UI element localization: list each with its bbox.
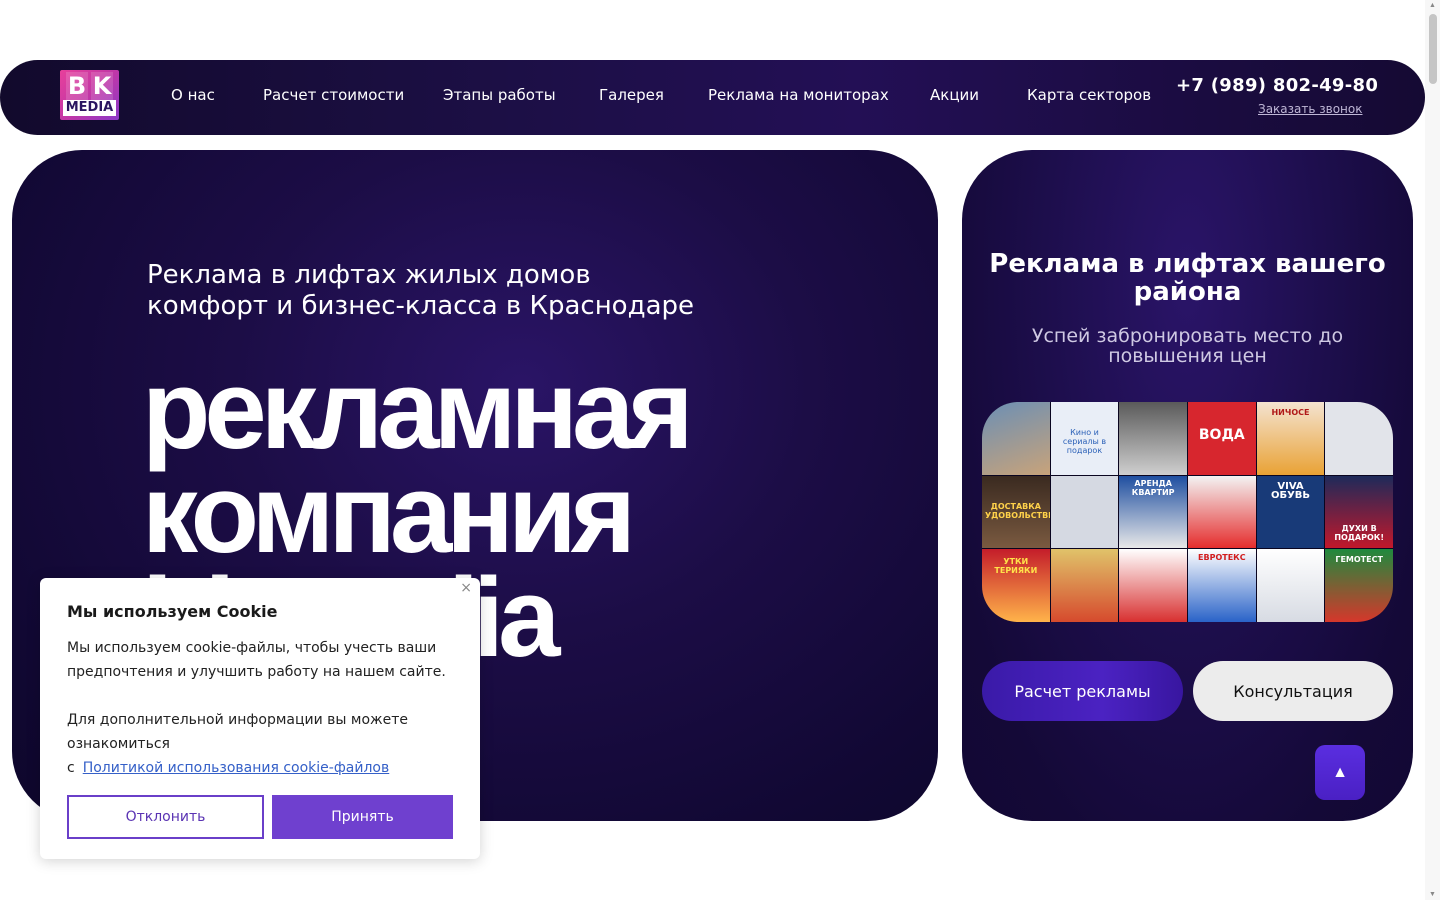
arrow-up-icon: ▲ (1332, 763, 1348, 781)
collage-tile (1050, 549, 1119, 622)
nav-about[interactable]: О нас (171, 86, 215, 104)
bkmedia-logo[interactable]: BK MEDIA (60, 70, 119, 120)
collage-tile: ВОДА (1187, 402, 1256, 475)
collage-tile: НИЧОСЕ (1256, 402, 1325, 475)
nav-monitors[interactable]: Реклама на мониторах (708, 86, 889, 104)
nav-sector-map[interactable]: Карта секторов (1027, 86, 1151, 104)
cookie-policy-row: с Политикой использования cookie-файлов (67, 756, 389, 780)
hero-subtitle: Реклама в лифтах жилых домов комфорт и б… (147, 260, 695, 321)
page-scrollbar[interactable]: ▲ ▼ (1425, 0, 1440, 900)
collage-tile: УТКИ ТЕРИЯКИ (982, 549, 1050, 622)
scroll-down-arrow-icon[interactable]: ▼ (1428, 891, 1437, 898)
ads-collage-image: Кино и сериалы в подарок ВОДА НИЧОСЕ ДОС… (982, 402, 1393, 622)
side-title: Реклама в лифтах вашего района (989, 249, 1386, 307)
collage-tile: ЕВРОТЕКС (1187, 549, 1256, 622)
scroll-up-arrow-icon[interactable]: ▲ (1428, 2, 1437, 9)
collage-tile (1187, 475, 1256, 549)
cookie-accept-button[interactable]: Принять (272, 795, 453, 839)
cookie-more-info: Для дополнительной информации вы можете … (67, 712, 409, 752)
logo-letter: B (66, 72, 88, 100)
hero-headline-line2: компания (142, 451, 636, 576)
side-subtitle: Успей забронировать место до повышения ц… (1031, 325, 1344, 367)
nav-gallery[interactable]: Галерея (599, 86, 664, 104)
collage-tile: ДОСТАВКА УДОВОЛЬСТВИЯ (982, 475, 1050, 549)
collage-tile: АРЕНДА КВАРТИР (1119, 475, 1187, 549)
collage-tile: ДУХИ В ПОДАРОК! (1325, 475, 1393, 549)
scrollbar-thumb[interactable] (1429, 14, 1437, 84)
close-icon[interactable]: × (460, 580, 472, 596)
collage-tile (1119, 402, 1187, 475)
collage-tile: Кино и сериалы в подарок (1050, 402, 1119, 475)
phone-number[interactable]: +7 (989) 802-49-80 (1176, 75, 1378, 96)
cookie-decline-button[interactable]: Отклонить (67, 795, 264, 839)
cookie-policy-link[interactable]: Политикой использования cookie-файлов (83, 760, 390, 776)
collage-tile (1256, 549, 1325, 622)
collage-tile (982, 402, 1050, 475)
nav-promotions[interactable]: Акции (930, 86, 979, 104)
hero-headline-line1: рекламная (142, 347, 694, 472)
nav-pricing[interactable]: Расчет стоимости (263, 86, 404, 104)
logo-bk-mark: BK (60, 70, 119, 102)
collage-tile (1119, 549, 1187, 622)
collage-tile (1325, 402, 1393, 475)
nav-stages[interactable]: Этапы работы (443, 86, 556, 104)
logo-letter: K (91, 72, 113, 100)
cookie-consent-dialog: × Мы используем Cookie Мы используем coo… (40, 578, 480, 859)
side-promo-card: Реклама в лифтах вашего района Успей заб… (962, 150, 1413, 821)
cookie-policy-prefix: с (67, 760, 75, 776)
ad-calculation-button[interactable]: Расчет рекламы (982, 661, 1183, 721)
cookie-description: Мы используем cookie-файлы, чтобы учесть… (67, 640, 446, 680)
logo-media-text: MEDIA (63, 100, 116, 116)
cookie-title: Мы используем Cookie (67, 602, 278, 621)
collage-tile: VIVA ОБУВЬ (1256, 475, 1325, 549)
collage-tile (1050, 475, 1119, 549)
scroll-to-top-button[interactable]: ▲ (1315, 745, 1365, 800)
collage-tile: ГЕМОТЕСТ (1325, 549, 1393, 622)
consultation-button[interactable]: Консультация (1193, 661, 1393, 721)
callback-link[interactable]: Заказать звонок (1258, 102, 1363, 116)
